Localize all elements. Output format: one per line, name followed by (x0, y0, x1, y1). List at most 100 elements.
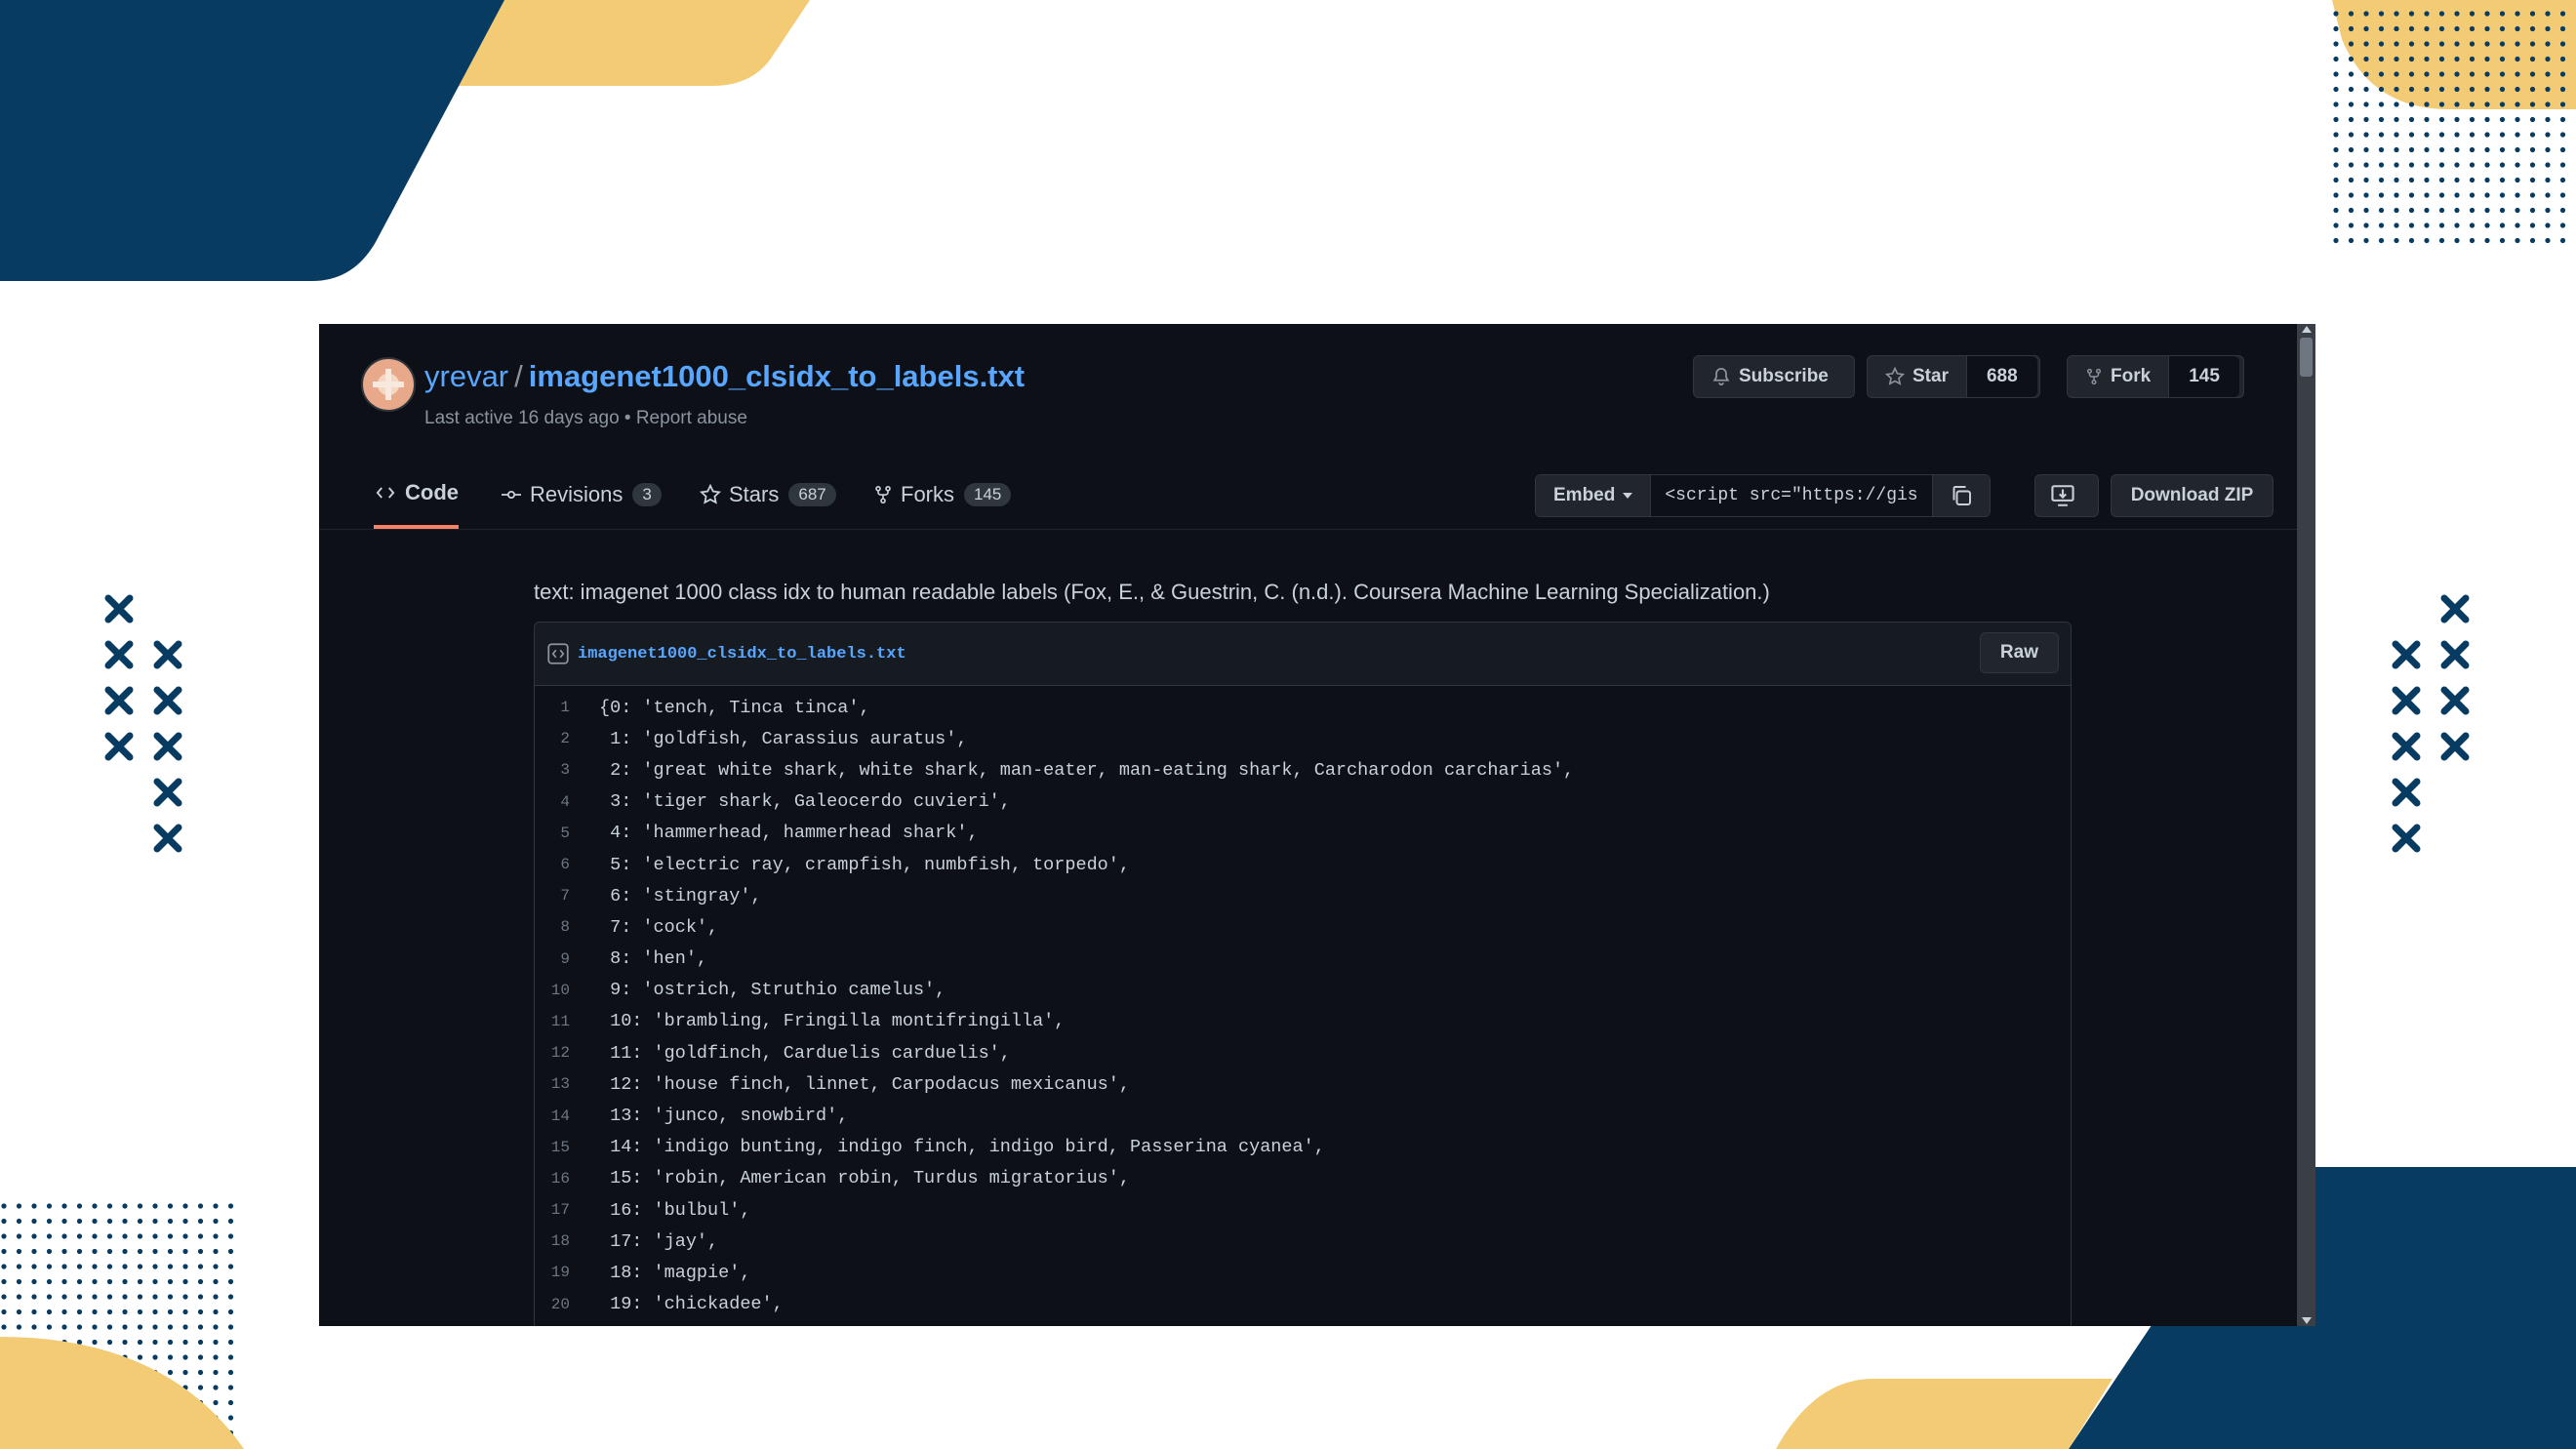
dot (2378, 116, 2385, 123)
dot (2378, 56, 2385, 62)
tab-revisions-label: Revisions (530, 482, 624, 506)
dot (2424, 192, 2430, 198)
dot (61, 1203, 67, 1209)
dot (2438, 132, 2445, 138)
dot (2363, 146, 2369, 153)
dot (2394, 116, 2399, 123)
line-number[interactable]: 19 (535, 1264, 599, 1281)
line-number[interactable]: 5 (535, 825, 599, 842)
dot (2408, 56, 2415, 62)
dot (122, 1294, 128, 1300)
line-number[interactable]: 8 (535, 918, 599, 936)
dot (2529, 146, 2536, 153)
line-number[interactable]: 7 (535, 887, 599, 905)
dot (2454, 11, 2460, 17)
dot (2529, 192, 2536, 198)
code-line: 10 9: 'ostrich, Struthio camelus', (535, 975, 2071, 1006)
line-number[interactable]: 3 (535, 761, 599, 779)
cross-mark (153, 824, 182, 853)
star-label: Star (1912, 366, 1949, 386)
dot (61, 1248, 67, 1255)
dot (2348, 132, 2355, 138)
dot (2529, 41, 2536, 47)
avatar[interactable] (361, 357, 416, 412)
dot (92, 1248, 98, 1255)
dot (2378, 146, 2385, 153)
embed-select[interactable]: Embed (1536, 475, 1652, 516)
line-number[interactable]: 13 (535, 1075, 599, 1093)
dot (2348, 207, 2355, 214)
dot (16, 1278, 22, 1285)
download-zip-button[interactable]: Download ZIP (2111, 474, 2274, 517)
star-button[interactable]: Star 688 (1867, 355, 2040, 398)
line-number[interactable]: 18 (535, 1232, 599, 1250)
dot (2438, 207, 2445, 214)
open-desktop-button[interactable] (2034, 474, 2099, 517)
dot (31, 1278, 37, 1285)
dot (76, 1233, 83, 1239)
dot (2529, 237, 2536, 244)
dot (2363, 177, 2369, 183)
dot (1, 1264, 7, 1269)
scroll-down-arrow[interactable] (2302, 1317, 2312, 1324)
tab-revisions[interactable]: Revisions 3 (501, 461, 662, 529)
dot (182, 1203, 188, 1209)
scrollbar[interactable] (2297, 324, 2315, 1326)
dot (2333, 177, 2339, 183)
dot (2394, 132, 2399, 138)
dot (2378, 25, 2385, 32)
dot (2454, 162, 2460, 168)
dot (2348, 41, 2355, 47)
subscribe-label: Subscribe (1739, 366, 1829, 386)
line-number[interactable]: 2 (535, 730, 599, 747)
line-number[interactable]: 4 (535, 793, 599, 811)
line-number[interactable]: 6 (535, 856, 599, 873)
subscribe-button[interactable]: Subscribe (1693, 355, 1855, 398)
dot (2348, 56, 2355, 62)
dot (2438, 116, 2445, 123)
dot (2408, 132, 2415, 138)
line-number[interactable]: 1 (535, 699, 599, 716)
line-number[interactable]: 16 (535, 1170, 599, 1187)
scroll-up-arrow[interactable] (2302, 326, 2312, 333)
dot (106, 1324, 113, 1330)
dot (2545, 86, 2551, 93)
dot (76, 1308, 83, 1315)
line-number[interactable]: 20 (535, 1296, 599, 1313)
gist-name-link[interactable]: imagenet1000_clsidx_to_labels.txt (529, 359, 1025, 393)
file-name-link[interactable]: imagenet1000_clsidx_to_labels.txt (578, 645, 906, 664)
title-separator: / (514, 359, 523, 393)
code-icon (376, 487, 395, 499)
tab-stars[interactable]: Stars 687 (700, 461, 836, 529)
copy-button[interactable] (1932, 475, 1991, 516)
line-number[interactable]: 12 (535, 1044, 599, 1062)
line-text: 6: 'stingray', (599, 885, 762, 906)
line-number[interactable]: 10 (535, 982, 599, 999)
tab-forks[interactable]: Forks 145 (873, 461, 1012, 529)
tab-code[interactable]: Code (374, 461, 459, 529)
dot (61, 1278, 67, 1285)
line-number[interactable]: 15 (535, 1139, 599, 1156)
dot (31, 1294, 37, 1300)
fork-button[interactable]: Fork 145 (2067, 355, 2244, 398)
dot (2363, 71, 2369, 77)
dot (122, 1203, 128, 1209)
dot (2348, 192, 2355, 198)
dot (1, 1324, 7, 1330)
raw-button[interactable]: Raw (1979, 632, 2059, 673)
dot (2484, 162, 2490, 168)
dot (2333, 11, 2339, 17)
scroll-thumb[interactable] (2300, 338, 2313, 377)
dot (2484, 25, 2490, 32)
line-number[interactable]: 9 (535, 950, 599, 968)
dot (1, 1308, 7, 1315)
line-number[interactable]: 11 (535, 1013, 599, 1030)
dot (2545, 11, 2551, 17)
dot (2515, 116, 2520, 123)
dot (61, 1218, 67, 1225)
line-number[interactable]: 14 (535, 1107, 599, 1125)
owner-link[interactable]: yrevar (424, 359, 508, 393)
dot (2394, 192, 2399, 198)
embed-url-field[interactable]: <script src="https://gis (1651, 475, 1933, 516)
line-number[interactable]: 17 (535, 1201, 599, 1219)
